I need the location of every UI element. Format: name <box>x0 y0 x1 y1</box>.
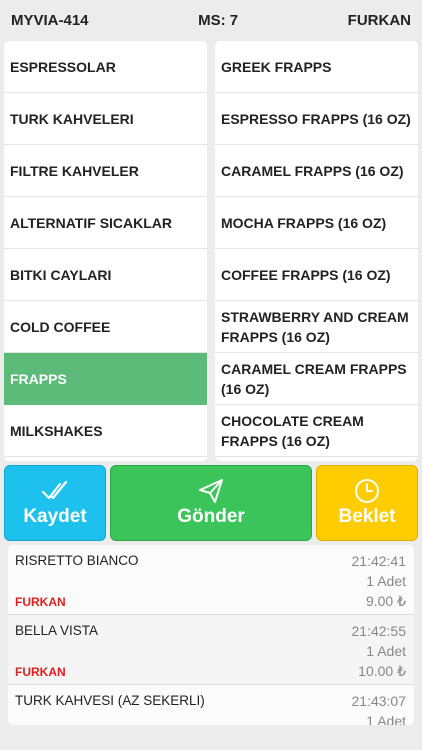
category-item-turk-kahveleri[interactable]: TURK KAHVELERI <box>4 93 207 145</box>
clock-icon <box>355 479 379 503</box>
order-user: FURKAN <box>15 595 66 609</box>
product-item[interactable]: STRAWBERRY AND CREAM FRAPPS (16 OZ) <box>215 301 418 353</box>
send-button-label: Gönder <box>177 506 245 527</box>
order-quantity: 1 Adet <box>366 573 406 589</box>
wait-button-label: Beklet <box>338 506 396 527</box>
order-row[interactable]: BELLA VISTA 21:42:55 1 Adet FURKAN 10.00… <box>8 615 414 685</box>
product-item[interactable]: GREEK FRAPPS <box>215 41 418 93</box>
product-item[interactable]: CARAMEL CREAM FRAPPS (16 OZ) <box>215 353 418 405</box>
order-row[interactable]: RISRETTO BIANCO 21:42:41 1 Adet FURKAN 9… <box>8 545 414 615</box>
order-list: RISRETTO BIANCO 21:42:41 1 Adet FURKAN 9… <box>8 545 414 725</box>
top-bar: MYVIA-414 MS: 7 FURKAN <box>0 0 422 40</box>
order-item-name: RISRETTO BIANCO <box>15 553 139 568</box>
double-check-icon <box>41 480 68 500</box>
category-item-milkshakes[interactable]: MILKSHAKES <box>4 405 207 457</box>
product-item[interactable]: COFFEE FRAPPS (16 OZ) <box>215 249 418 301</box>
order-quantity: 1 Adet <box>366 713 406 725</box>
category-item-bitki-caylari[interactable]: BITKI CAYLARI <box>4 249 207 301</box>
category-item-frapps[interactable]: FRAPPS <box>4 353 207 405</box>
product-item[interactable]: MOCHA FRAPPS (16 OZ) <box>215 197 418 249</box>
product-item[interactable]: ESPRESSO FRAPPS (16 OZ) <box>215 93 418 145</box>
order-price: 9.00 ₺ <box>365 593 406 609</box>
product-item[interactable]: CHOCOLATE CREAM FRAPPS (16 OZ) <box>215 405 418 457</box>
order-quantity: 1 Adet <box>366 643 406 659</box>
order-item-name: TURK KAHVESI (AZ SEKERLI) <box>15 693 205 708</box>
category-item-alternatif-sicaklar[interactable]: ALTERNATIF SICAKLAR <box>4 197 207 249</box>
category-item-filtre-kahveler[interactable]: FILTRE KAHVELER <box>4 145 207 197</box>
category-list: ESPRESSOLAR TURK KAHVELERI FILTRE KAHVEL… <box>4 41 207 461</box>
ms-number: MS: 7 <box>198 11 239 29</box>
paper-plane-icon <box>199 479 223 503</box>
order-row[interactable]: TURK KAHVESI (AZ SEKERLI) 21:43:07 1 Ade… <box>8 685 414 725</box>
send-button[interactable]: Gönder <box>110 465 312 541</box>
wait-button[interactable]: Beklet <box>316 465 418 541</box>
order-time: 21:42:41 <box>351 553 407 569</box>
save-button[interactable]: Kaydet <box>4 465 106 541</box>
order-price: 10.00 ₺ <box>358 663 406 679</box>
category-item-espressolar[interactable]: ESPRESSOLAR <box>4 41 207 93</box>
product-list: GREEK FRAPPS ESPRESSO FRAPPS (16 OZ) CAR… <box>215 41 418 461</box>
order-user: FURKAN <box>15 665 66 679</box>
save-button-label: Kaydet <box>23 506 87 527</box>
product-item[interactable]: CARAMEL FRAPPS (16 OZ) <box>215 145 418 197</box>
category-item-cold-coffee[interactable]: COLD COFFEE <box>4 301 207 353</box>
order-item-name: BELLA VISTA <box>15 623 99 638</box>
user-name: FURKAN <box>347 11 411 29</box>
table-name: MYVIA-414 <box>11 11 89 29</box>
order-time: 21:43:07 <box>351 693 407 709</box>
order-time: 21:42:55 <box>351 623 407 639</box>
action-bar: Kaydet Gönder Beklet <box>4 465 418 541</box>
